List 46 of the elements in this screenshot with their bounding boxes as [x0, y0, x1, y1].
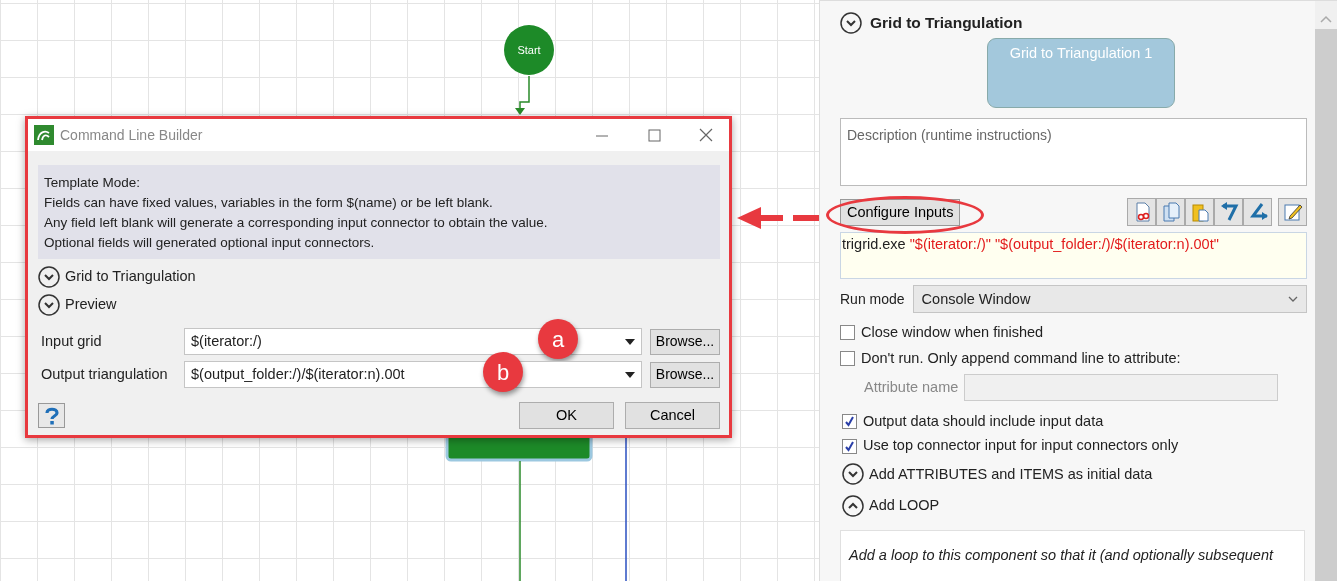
start-node [504, 25, 554, 75]
loop-description: Add a loop to this component so that it (and optionally subsequent [849, 547, 1273, 564]
cancel-button[interactable]: Cancel [625, 402, 720, 429]
panel-title: Grid to Triangulation [870, 13, 1023, 33]
close-icon[interactable] [698, 128, 714, 142]
dropdown-arrow-icon[interactable] [625, 338, 635, 345]
connector-arrow [515, 75, 530, 115]
info-text: Optional fields will generated optional input connectors. [44, 234, 376, 252]
dialog-title: Command Line Builder [60, 125, 204, 145]
browse-button[interactable]: Browse... [650, 361, 720, 388]
section-label[interactable]: Preview [65, 294, 117, 316]
field-label: Output triangulation [40, 364, 169, 384]
checkbox-label[interactable]: Don't run. Only append command line to attribute: [861, 347, 1181, 370]
expand-icon[interactable] [38, 266, 60, 288]
checkbox[interactable] [842, 414, 857, 430]
run-mode-label: Run mode [840, 289, 905, 309]
app-logo-icon [34, 125, 54, 145]
run-mode-dropdown[interactable]: Console Window [912, 285, 1307, 314]
description-field[interactable]: Description (runtime instructions) [840, 118, 1307, 187]
annotation-marker: b [483, 352, 523, 392]
start-label: Start [517, 44, 541, 56]
ok-button[interactable]: OK [519, 402, 614, 429]
field-label: Input grid [40, 331, 103, 351]
section-label[interactable]: Add ATTRIBUTES and ITEMS as initial data [869, 463, 1153, 486]
info-text: Fields can have fixed values, variables in the form $(name) or be left blank. [44, 194, 494, 212]
expand-icon[interactable] [842, 463, 864, 486]
checkbox[interactable] [842, 438, 857, 454]
chevron-down-icon[interactable] [1288, 296, 1298, 303]
checkbox-label[interactable]: Use top connector input for input connectors only [863, 435, 1179, 458]
info-text: Any field left blank will generate a corresponding input connector to obtain the value. [44, 214, 549, 232]
checkbox-label[interactable]: Close window when finished [861, 321, 1044, 344]
expand-icon[interactable] [38, 294, 60, 316]
checkbox[interactable] [840, 351, 855, 367]
component-node: Grid to Triangulation 1 [987, 38, 1175, 108]
checkbox-label[interactable]: Output data should include input data [863, 411, 1104, 433]
dropdown-arrow-icon[interactable] [625, 371, 635, 378]
field-label: Attribute name [864, 377, 959, 397]
info-text: Template Mode: [44, 174, 142, 192]
configure-inputs-button[interactable]: Configure Inputs [840, 199, 961, 227]
expand-icon[interactable] [840, 11, 862, 34]
collapse-icon[interactable] [842, 495, 864, 518]
section-label[interactable]: Add LOOP [869, 495, 940, 518]
checkbox[interactable] [840, 325, 855, 341]
annotation-marker: a [538, 319, 578, 359]
section-label[interactable]: Grid to Triangulation [65, 266, 196, 288]
browse-button[interactable]: Browse... [650, 328, 720, 355]
